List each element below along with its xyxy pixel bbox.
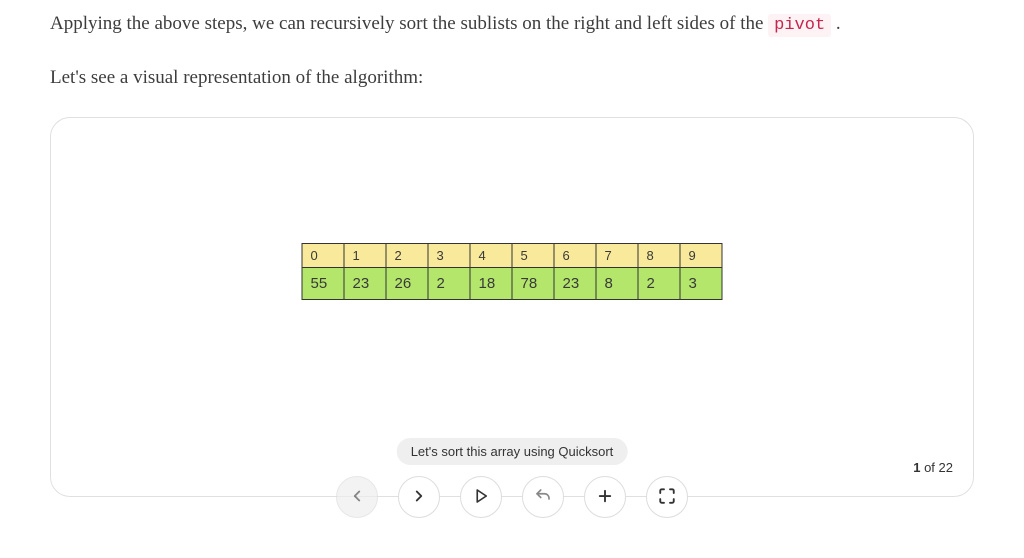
undo-icon — [534, 487, 552, 508]
chevron-left-icon — [348, 487, 366, 508]
value-cell: 23 — [554, 268, 596, 300]
value-cell: 2 — [428, 268, 470, 300]
array-table: 0 1 2 3 4 5 6 7 8 9 55 23 26 2 18 78 23 … — [302, 243, 723, 300]
value-cell: 26 — [386, 268, 428, 300]
reset-button[interactable] — [522, 476, 564, 518]
index-cell: 4 — [470, 244, 512, 268]
controls-bar — [336, 476, 688, 518]
value-cell: 23 — [344, 268, 386, 300]
index-cell: 8 — [638, 244, 680, 268]
play-button[interactable] — [460, 476, 502, 518]
caption-bubble: Let's sort this array using Quicksort — [397, 438, 628, 465]
intro-paragraph-1: Applying the above steps, we can recursi… — [50, 10, 974, 39]
fullscreen-icon — [658, 487, 676, 508]
value-cell: 2 — [638, 268, 680, 300]
value-cell: 8 — [596, 268, 638, 300]
value-cell: 78 — [512, 268, 554, 300]
visualization-container: 0 1 2 3 4 5 6 7 8 9 55 23 26 2 18 78 23 … — [50, 117, 974, 497]
value-cell: 3 — [680, 268, 722, 300]
index-cell: 7 — [596, 244, 638, 268]
page-total: 22 — [939, 460, 953, 475]
plus-icon — [596, 487, 614, 508]
index-cell: 6 — [554, 244, 596, 268]
index-cell: 2 — [386, 244, 428, 268]
array-visualization: 0 1 2 3 4 5 6 7 8 9 55 23 26 2 18 78 23 … — [302, 243, 723, 300]
index-cell: 3 — [428, 244, 470, 268]
prev-button[interactable] — [336, 476, 378, 518]
page-of-text: of — [920, 460, 938, 475]
index-cell: 5 — [512, 244, 554, 268]
page-indicator: 1 of 22 — [913, 460, 953, 475]
intro-text-a: Applying the above steps, we can recursi… — [50, 13, 768, 34]
play-icon — [472, 487, 490, 508]
index-row: 0 1 2 3 4 5 6 7 8 9 — [302, 244, 722, 268]
zoom-button[interactable] — [584, 476, 626, 518]
intro-paragraph-2: Let's see a visual representation of the… — [50, 64, 974, 93]
pivot-code: pivot — [768, 14, 831, 37]
index-cell: 1 — [344, 244, 386, 268]
value-row: 55 23 26 2 18 78 23 8 2 3 — [302, 268, 722, 300]
intro-text-b: . — [831, 13, 841, 34]
value-cell: 18 — [470, 268, 512, 300]
chevron-right-icon — [410, 487, 428, 508]
next-button[interactable] — [398, 476, 440, 518]
value-cell: 55 — [302, 268, 344, 300]
index-cell: 9 — [680, 244, 722, 268]
fullscreen-button[interactable] — [646, 476, 688, 518]
index-cell: 0 — [302, 244, 344, 268]
